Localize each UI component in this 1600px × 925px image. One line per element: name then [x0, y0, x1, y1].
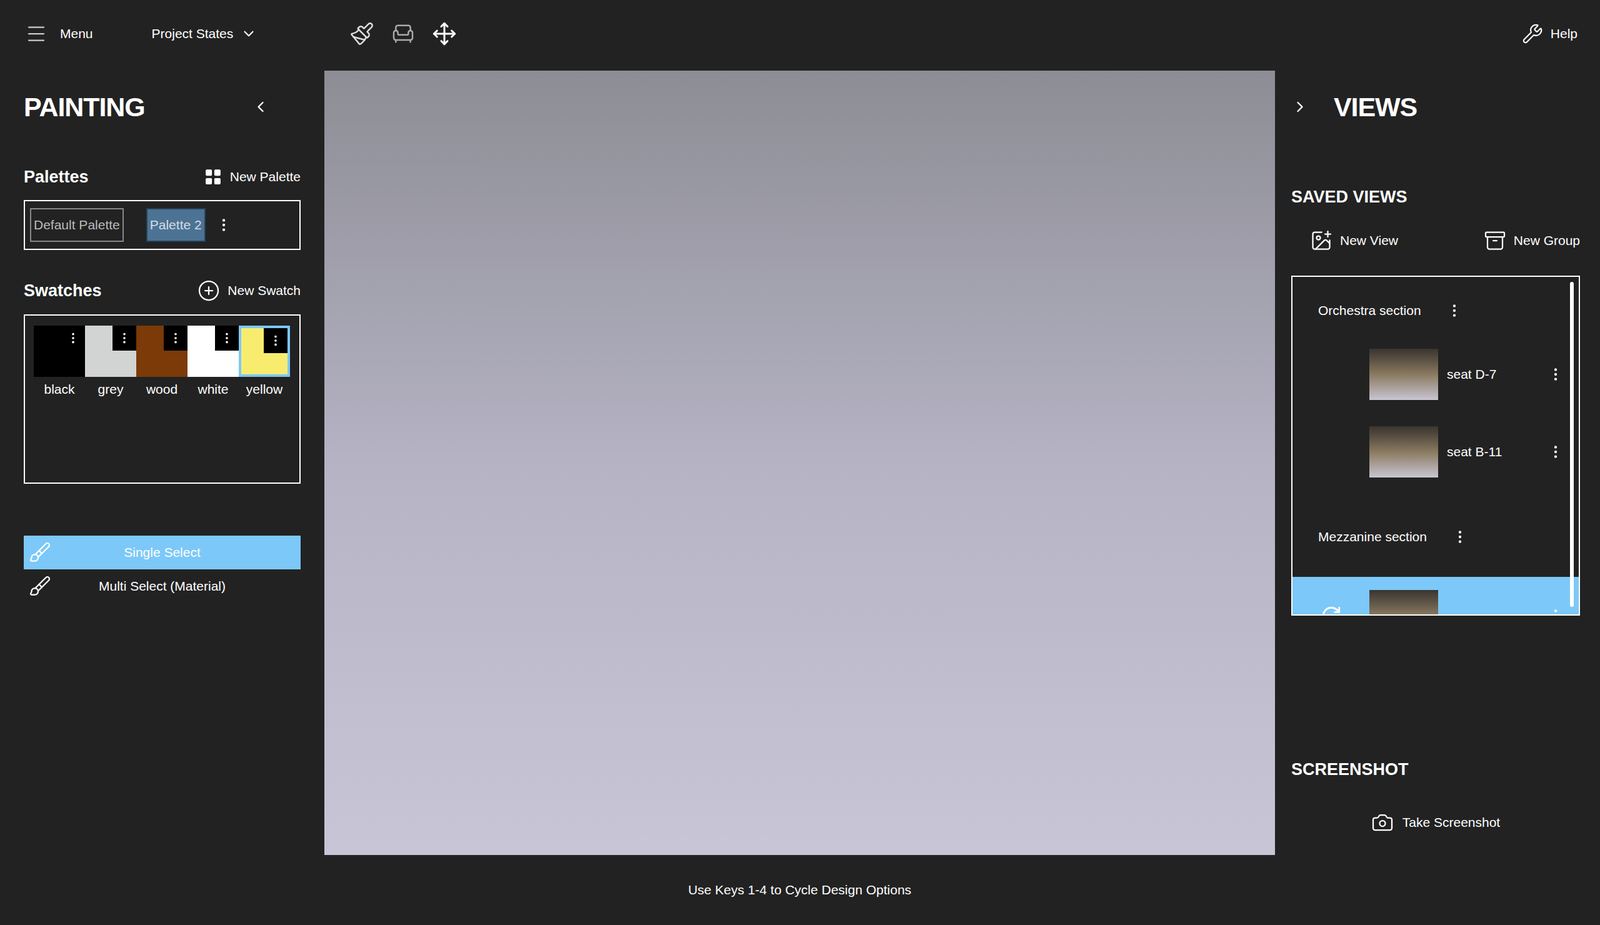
- new-swatch-button[interactable]: New Swatch: [197, 279, 301, 302]
- paintbrush-icon[interactable]: [349, 21, 375, 47]
- hint-bar: Use Keys 1-4 to Cycle Design Options: [324, 855, 1275, 925]
- more-icon[interactable]: [220, 331, 234, 345]
- more-icon[interactable]: [66, 331, 80, 345]
- more-icon[interactable]: [1446, 302, 1463, 319]
- panel-title: VIEWS: [1333, 86, 1417, 128]
- wrench-icon: [1521, 23, 1544, 45]
- collapse-icon[interactable]: [1291, 98, 1309, 116]
- refresh-icon[interactable]: [1320, 605, 1342, 616]
- menu-button[interactable]: Menu: [25, 22, 94, 45]
- take-screenshot-button[interactable]: Take Screenshot: [1371, 811, 1500, 834]
- more-icon[interactable]: [1547, 607, 1564, 616]
- camera-icon: [1371, 811, 1394, 834]
- new-group-button[interactable]: New Group: [1483, 229, 1580, 252]
- select-mode-option[interactable]: Single Select: [23, 535, 301, 570]
- new-palette-button[interactable]: New Palette: [203, 166, 301, 187]
- view-thumbnail: [1369, 590, 1439, 616]
- new-view-button[interactable]: New View: [1310, 229, 1399, 252]
- swatch[interactable]: yellow: [238, 325, 290, 400]
- views-panel: VIEWSSAVED VIEWSNew ViewNew GroupOrchest…: [1275, 70, 1600, 855]
- more-icon[interactable]: [268, 333, 283, 348]
- swatch[interactable]: black: [33, 325, 85, 400]
- swatch[interactable]: white: [187, 325, 239, 400]
- saved-view[interactable]: [1292, 576, 1579, 616]
- brush-icon: [28, 541, 52, 564]
- archive-icon: [1483, 229, 1507, 252]
- move-icon[interactable]: [431, 21, 457, 47]
- project-states-dropdown[interactable]: Project States: [151, 23, 258, 44]
- saved-views-list: Orchestra sectionseat D-7seat B-11 Mezzan…: [1291, 275, 1580, 616]
- palette-button[interactable]: Default Palette: [30, 208, 124, 242]
- help-button[interactable]: Help: [1521, 23, 1578, 45]
- brush-icon: [28, 575, 52, 598]
- saved-view[interactable]: seat D-7: [1292, 335, 1579, 414]
- view-group[interactable]: Mezzanine section: [1292, 511, 1579, 562]
- saved-view[interactable]: seat B-11: [1292, 413, 1579, 491]
- swatch[interactable]: grey: [85, 325, 137, 400]
- palette-button[interactable]: Palette 2: [146, 208, 206, 242]
- view-thumbnail: [1369, 348, 1439, 400]
- more-icon[interactable]: [1547, 443, 1564, 460]
- menu-icon: [25, 22, 48, 45]
- camera-plus-icon: [1310, 229, 1333, 252]
- more-icon[interactable]: [1451, 528, 1469, 545]
- 3d-viewport[interactable]: [324, 70, 1275, 855]
- grid-icon: [203, 167, 223, 187]
- more-icon[interactable]: [215, 216, 232, 234]
- chevron-down-icon: [240, 25, 257, 42]
- plus-circle-icon: [197, 279, 220, 302]
- app: Menu Project States Help PAINTINGPalettesNe…: [0, 0, 1600, 925]
- more-icon[interactable]: [168, 331, 183, 345]
- panel-title: PAINTING: [23, 86, 145, 128]
- palette-list: Default Palette Palette 2: [23, 200, 301, 250]
- view-group[interactable]: Orchestra section: [1292, 285, 1579, 336]
- scrollbar[interactable]: [1570, 281, 1574, 607]
- collapse-icon[interactable]: [251, 98, 270, 116]
- more-icon[interactable]: [1547, 366, 1564, 383]
- painting-panel: PAINTINGPalettesNew PaletteDefault Palet…: [0, 70, 325, 855]
- more-icon[interactable]: [117, 331, 132, 345]
- swatch-list: blackgreywoodwhiteyellow: [23, 314, 301, 484]
- top-bar: Menu Project States Help: [0, 0, 1600, 71]
- seat-icon[interactable]: [390, 21, 416, 47]
- swatch[interactable]: wood: [136, 325, 188, 400]
- view-thumbnail: [1369, 426, 1439, 478]
- select-mode-option[interactable]: Multi Select (Material): [23, 569, 301, 604]
